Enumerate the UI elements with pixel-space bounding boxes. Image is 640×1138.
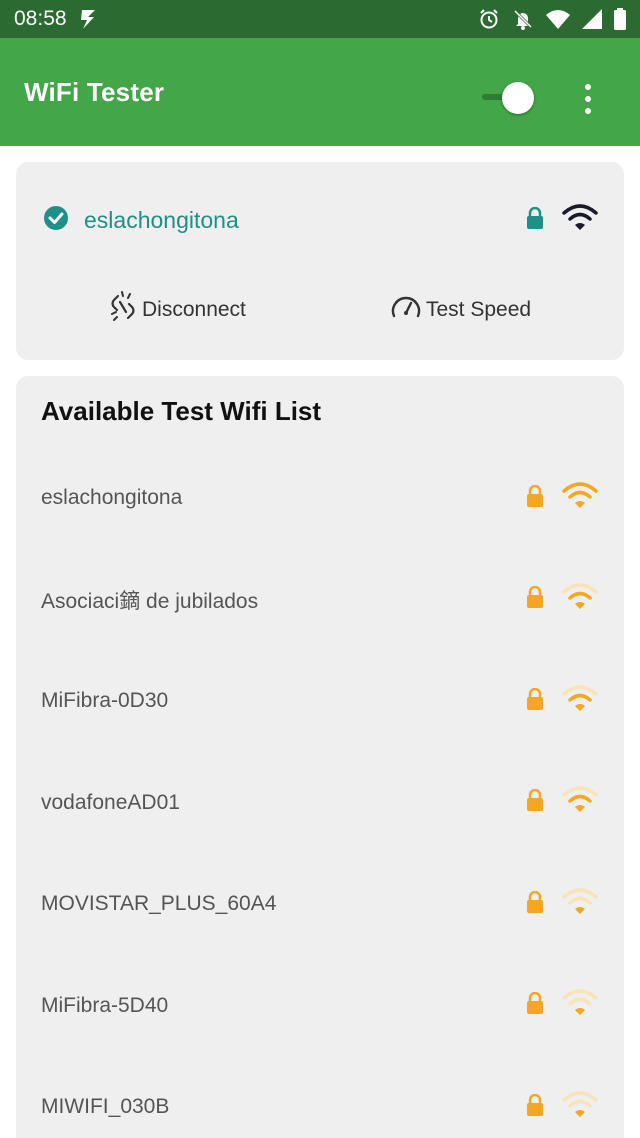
wifi-list-item[interactable]: Asociaci鏑 de jubilados	[16, 570, 624, 630]
wifi-ssid: MIWIFI_030B	[41, 1095, 170, 1118]
wifi-signal-icon	[562, 1090, 598, 1125]
wifi-signal-icon	[562, 582, 598, 617]
cell-signal-icon	[582, 9, 602, 29]
flash-icon	[79, 8, 97, 30]
wifi-list-card: Available Test Wifi List eslachongitona A…	[16, 376, 624, 1138]
battery-icon	[614, 8, 626, 30]
wifi-list-item[interactable]: eslachongitona	[16, 468, 624, 528]
wifi-signal-icon	[562, 785, 598, 820]
wifi-ssid: Asociaci鏑 de jubilados	[41, 589, 259, 613]
wifi-signal-icon	[562, 988, 598, 1023]
app-bar: WiFi Tester	[0, 38, 640, 146]
status-time: 08:58	[14, 7, 67, 30]
wifi-signal-icon	[562, 481, 598, 516]
wifi-list-item[interactable]: MIWIFI_030B	[16, 1077, 624, 1137]
alarm-icon	[478, 8, 500, 30]
status-icons	[478, 8, 626, 30]
wifi-signal-icon	[562, 684, 598, 719]
connected-ssid: eslachongitona	[84, 206, 239, 233]
app-title: WiFi Tester	[24, 76, 165, 107]
test-speed-label: Test Speed	[426, 298, 532, 321]
notifications-off-icon	[512, 8, 534, 30]
wifi-icon	[546, 9, 570, 29]
wifi-ssid: eslachongitona	[41, 486, 183, 509]
status-bar: 08:58	[0, 0, 640, 38]
connection-actions: Disconnect Test Speed	[16, 290, 624, 330]
check-circle-icon	[42, 204, 84, 237]
lock-icon	[526, 484, 544, 512]
link-off-icon	[108, 290, 142, 330]
overflow-menu-icon[interactable]	[576, 84, 600, 114]
wifi-ssid: MiFibra-0D30	[41, 689, 169, 712]
wifi-signal-icon	[562, 203, 598, 238]
wifi-list-item[interactable]: vodafoneAD01	[16, 773, 624, 833]
lock-icon	[526, 585, 544, 613]
wifi-list-heading: Available Test Wifi List	[41, 396, 322, 426]
connected-network-row: eslachongitona	[42, 202, 598, 238]
wifi-ssid: vodafoneAD01	[41, 790, 180, 814]
wifi-list-item[interactable]: MiFibra-5D40	[16, 976, 624, 1036]
test-speed-button[interactable]: Test Speed	[390, 290, 531, 330]
disconnect-label: Disconnect	[142, 298, 246, 321]
wifi-ssid: MiFibra-5D40	[41, 993, 169, 1017]
wifi-signal-icon	[562, 887, 598, 922]
lock-icon	[526, 1093, 544, 1121]
wifi-list-item[interactable]: MOVISTAR_PLUS_60A4	[16, 874, 624, 934]
toggle-thumb	[502, 82, 534, 114]
lock-icon	[526, 991, 544, 1019]
wifi-ssid: MOVISTAR_PLUS_60A4	[41, 892, 277, 915]
wifi-list-item[interactable]: MiFibra-0D30	[16, 671, 624, 731]
disconnect-button[interactable]: Disconnect	[108, 290, 246, 330]
lock-icon	[526, 687, 544, 715]
lock-icon	[526, 206, 544, 234]
speedometer-icon	[390, 293, 426, 327]
connected-network-card: eslachongitona Disconnect Test Speed	[16, 162, 624, 360]
lock-icon	[526, 890, 544, 918]
lock-icon	[526, 788, 544, 816]
tester-toggle[interactable]	[482, 82, 538, 114]
